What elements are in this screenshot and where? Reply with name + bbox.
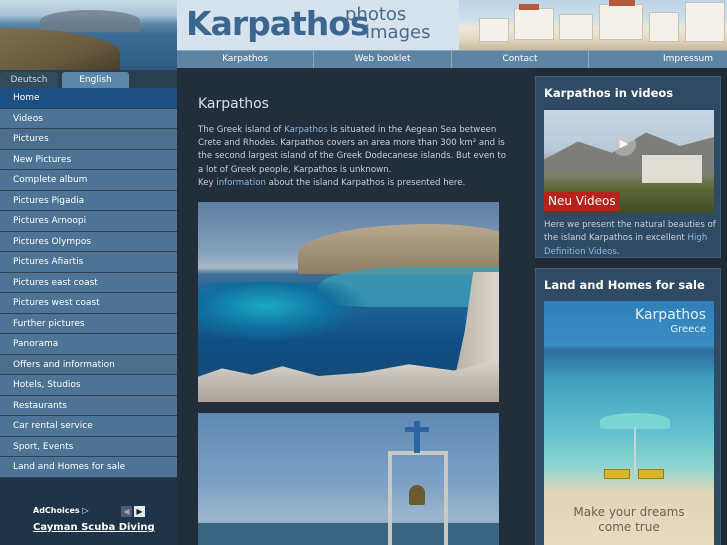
videos-box: Karpathos in videos ▶ Neu Videos Here we… <box>535 76 721 258</box>
top-navigation: Karpathos Web booklet Contact Impressum <box>177 50 727 68</box>
nav-web-booklet[interactable]: Web booklet <box>314 51 452 68</box>
homes-slogan-line1: Make your dreams <box>573 505 685 519</box>
sidebar-item-car-rental[interactable]: Car rental service <box>0 416 177 437</box>
homes-box-title: Land and Homes for sale <box>544 278 705 292</box>
ad-prev-icon[interactable]: ◀ <box>121 506 132 517</box>
play-icon[interactable]: ▶ <box>612 132 636 156</box>
sidebar-item-new-pictures[interactable]: New Pictures <box>0 149 177 170</box>
main-content: Karpathos The Greek island of Karpathos … <box>177 68 535 545</box>
ad-link[interactable]: Cayman Scuba Diving <box>33 522 155 533</box>
sidebar-item-panorama[interactable]: Panorama <box>0 334 177 355</box>
intro-text-part: Key <box>198 177 217 188</box>
homes-box: Land and Homes for sale Karpathos Greece… <box>535 268 721 545</box>
sidebar-item-pictures-afiartis[interactable]: Pictures Afiartis <box>0 252 177 273</box>
tab-language-english[interactable]: English <box>62 72 129 88</box>
sidebar-item-pictures-olympos[interactable]: Pictures Olympos <box>0 231 177 252</box>
header-town-photo <box>459 0 727 50</box>
homes-ad-banner[interactable]: Karpathos Greece Make your dreams come t… <box>544 301 714 545</box>
nav-karpathos[interactable]: Karpathos <box>177 51 314 68</box>
right-column: Karpathos in videos ▶ Neu Videos Here we… <box>535 68 727 545</box>
banner-hill <box>40 10 140 32</box>
site-logo-title[interactable]: Karpathos <box>186 0 370 48</box>
video-thumbnail[interactable]: ▶ Neu Videos <box>544 110 714 213</box>
sidebar-item-home[interactable]: Home <box>0 88 177 109</box>
sidebar-item-offers[interactable]: Offers and information <box>0 354 177 375</box>
sidebar-item-pictures[interactable]: Pictures <box>0 129 177 150</box>
videos-text-part: . <box>616 246 620 257</box>
nav-contact[interactable]: Contact <box>452 51 589 68</box>
homes-ad-brand-sub: Greece <box>670 324 706 335</box>
homes-ad-brand: Karpathos <box>635 307 706 323</box>
videos-box-title: Karpathos in videos <box>544 86 674 100</box>
sidebar-item-pictures-west-coast[interactable]: Pictures west coast <box>0 293 177 314</box>
adchoices-label[interactable]: AdChoices ▷ <box>33 506 89 515</box>
header-banner-photo <box>0 0 177 70</box>
sidebar-item-pictures-east-coast[interactable]: Pictures east coast <box>0 272 177 293</box>
nav-impressum[interactable]: Impressum <box>589 51 727 68</box>
sidebar-item-further-pictures[interactable]: Further pictures <box>0 313 177 334</box>
sidebar-item-hotels[interactable]: Hotels, Studios <box>0 375 177 396</box>
lounger-icon <box>604 469 630 479</box>
intro-text: The Greek island of Karpathos is situate… <box>198 124 510 190</box>
karpathos-link[interactable]: Karpathos <box>284 125 328 135</box>
tab-language-deutsch[interactable]: Deutsch <box>0 72 58 88</box>
ad-next-icon[interactable]: ▶ <box>134 506 145 517</box>
sidebar-item-sport-events[interactable]: Sport, Events <box>0 436 177 457</box>
language-tabs: Deutsch English <box>0 70 177 88</box>
information-link[interactable]: information <box>216 178 266 188</box>
homes-slogan-line2: come true <box>598 520 660 534</box>
sidebar-item-pictures-pigadia[interactable]: Pictures Pigadia <box>0 190 177 211</box>
photo-bay[interactable] <box>198 202 499 402</box>
videos-description: Here we present the natural beauties of … <box>544 219 716 259</box>
sidebar-item-complete-album[interactable]: Complete album <box>0 170 177 191</box>
ad-area: AdChoices ▷ ◀ ▶ Cayman Scuba Diving <box>0 478 177 545</box>
site-logo-subtitle-images: images <box>365 22 431 43</box>
sidebar-item-restaurants[interactable]: Restaurants <box>0 395 177 416</box>
sidebar-item-land-homes[interactable]: Land and Homes for sale <box>0 457 177 478</box>
intro-text-part: about the island Karpathos is presented … <box>265 177 466 188</box>
page-title: Karpathos <box>198 96 269 112</box>
sidebar: Home Videos Pictures New Pictures Comple… <box>0 88 177 545</box>
sidebar-item-pictures-arnoopi[interactable]: Pictures Arnoopi <box>0 211 177 232</box>
photo-chapel-bell[interactable] <box>198 413 499 545</box>
header: Karpathos photos images <box>177 0 727 50</box>
intro-text-part: The Greek island of <box>198 125 285 135</box>
lounger-icon <box>638 469 664 479</box>
sidebar-item-videos[interactable]: Videos <box>0 108 177 129</box>
umbrella-pole <box>634 427 636 475</box>
homes-ad-slogan: Make your dreams come true <box>544 505 714 535</box>
neu-videos-badge: Neu Videos <box>544 192 620 211</box>
